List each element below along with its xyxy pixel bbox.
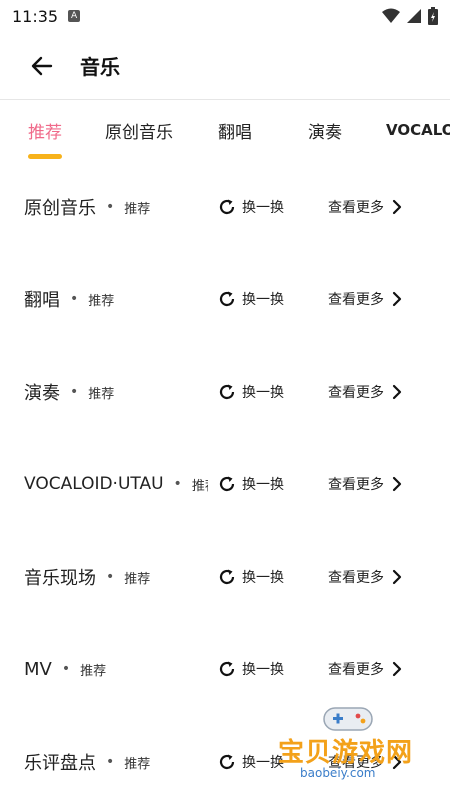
see-more-label: 查看更多: [328, 570, 384, 586]
section-title: 翻唱: [24, 290, 60, 311]
section-header: MV • 推荐 换一换 查看更多: [0, 649, 450, 689]
refresh-icon: [219, 754, 235, 770]
see-more-button[interactable]: 查看更多: [328, 187, 404, 227]
refresh-button[interactable]: 换一换: [218, 464, 284, 504]
notification-a-icon: A: [68, 10, 81, 22]
arrow-left-icon: [31, 56, 53, 75]
refresh-button[interactable]: 换一换: [218, 649, 284, 689]
section-header: VOCALOID·UTAU • 推荐 换一换 查看更多: [0, 464, 450, 504]
section-header: 翻唱 • 推荐 换一换 查看更多: [0, 279, 450, 319]
separator-dot: •: [106, 754, 115, 770]
see-more-button[interactable]: 查看更多: [328, 649, 404, 689]
section-tag: 推荐: [124, 571, 151, 587]
refresh-button[interactable]: 换一换: [218, 742, 284, 782]
separator-dot: •: [173, 476, 182, 492]
page-title: 音乐: [80, 55, 120, 79]
tab-original-music[interactable]: 原创音乐: [105, 118, 173, 143]
refresh-label: 换一换: [242, 477, 284, 493]
refresh-label: 换一换: [242, 385, 284, 401]
gamepad-icon: [323, 707, 373, 731]
chevron-right-icon: [392, 754, 402, 770]
separator-dot: •: [70, 384, 79, 400]
see-more-button[interactable]: 查看更多: [328, 464, 404, 504]
separator-dot: •: [106, 569, 115, 585]
see-more-label: 查看更多: [328, 385, 384, 401]
refresh-icon: [219, 384, 235, 400]
active-tab-indicator: [28, 154, 62, 159]
section-title: 音乐现场: [24, 568, 96, 589]
back-button[interactable]: [22, 46, 62, 86]
section-title: 乐评盘点: [24, 753, 96, 774]
tab-performance[interactable]: 演奏: [308, 118, 342, 143]
refresh-button[interactable]: 换一换: [218, 557, 284, 597]
section-tag: 推荐: [124, 756, 151, 772]
section-header: 音乐现场 • 推荐 换一换 查看更多: [0, 557, 450, 597]
section-tag: 推荐: [80, 663, 107, 679]
see-more-label: 查看更多: [328, 477, 384, 493]
chevron-right-icon: [392, 199, 402, 215]
tab-vocaloid[interactable]: VOCALOID·UTAU: [386, 121, 450, 139]
status-time: 11:35: [12, 6, 59, 26]
tab-recommend[interactable]: 推荐: [28, 118, 62, 143]
category-tabs: 推荐 原创音乐 翻唱 演奏 VOCALOID·UTAU: [0, 100, 450, 162]
app-bar: 音乐: [0, 32, 450, 100]
refresh-label: 换一换: [242, 755, 284, 771]
separator-dot: •: [61, 661, 71, 677]
section-tag: 推荐: [88, 293, 115, 309]
see-more-button[interactable]: 查看更多: [328, 557, 404, 597]
section-title: MV: [24, 658, 52, 680]
refresh-button[interactable]: 换一换: [218, 187, 284, 227]
section-header: 原创音乐 • 推荐 换一换 查看更多: [0, 187, 450, 227]
section-tag: 推荐: [124, 201, 151, 217]
separator-dot: •: [70, 291, 79, 307]
see-more-label: 查看更多: [328, 292, 384, 308]
refresh-label: 换一换: [242, 292, 284, 308]
refresh-label: 换一换: [242, 200, 284, 216]
see-more-button[interactable]: 查看更多: [328, 742, 404, 782]
chevron-right-icon: [392, 569, 402, 585]
status-bar: 11:35 A: [0, 0, 450, 32]
refresh-label: 换一换: [242, 662, 284, 678]
cell-signal-icon: [407, 9, 421, 23]
refresh-icon: [219, 476, 235, 492]
chevron-right-icon: [392, 291, 402, 307]
section-header: 演奏 • 推荐 换一换 查看更多: [0, 372, 450, 412]
section-title: VOCALOID·UTAU: [24, 474, 164, 494]
see-more-button[interactable]: 查看更多: [328, 372, 404, 412]
see-more-button[interactable]: 查看更多: [328, 279, 404, 319]
refresh-label: 换一换: [242, 570, 284, 586]
refresh-icon: [219, 569, 235, 585]
refresh-button[interactable]: 换一换: [218, 372, 284, 412]
separator-dot: •: [106, 199, 115, 215]
chevron-right-icon: [392, 661, 402, 677]
chevron-right-icon: [392, 384, 402, 400]
section-tag: 推荐: [191, 478, 208, 494]
see-more-label: 查看更多: [328, 755, 384, 771]
section-header: 乐评盘点 • 推荐 换一换 查看更多: [0, 742, 450, 782]
refresh-icon: [219, 199, 235, 215]
chevron-right-icon: [392, 476, 402, 492]
section-title: 原创音乐: [24, 198, 96, 219]
refresh-icon: [219, 661, 235, 677]
tab-cover[interactable]: 翻唱: [218, 118, 252, 143]
see-more-label: 查看更多: [328, 200, 384, 216]
battery-icon: [428, 7, 438, 25]
refresh-icon: [219, 291, 235, 307]
section-title: 演奏: [24, 383, 60, 404]
section-tag: 推荐: [88, 386, 115, 402]
wifi-icon: [382, 8, 400, 23]
see-more-label: 查看更多: [328, 662, 384, 678]
refresh-button[interactable]: 换一换: [218, 279, 284, 319]
